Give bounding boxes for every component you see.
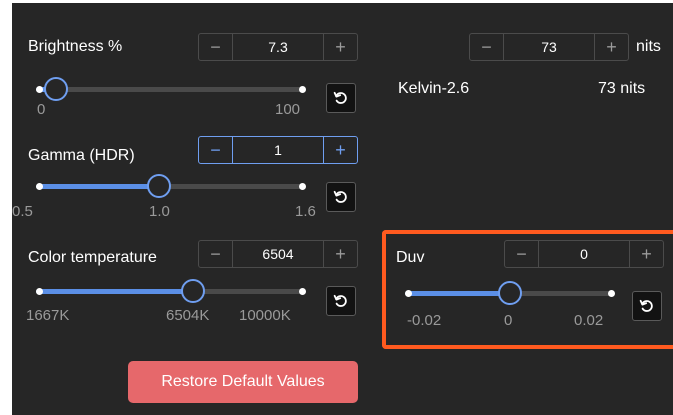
gamma-increment-button[interactable]: + bbox=[323, 137, 357, 163]
kelvin-readout: Kelvin-2.6 bbox=[398, 80, 470, 97]
brightness-min-label: 0 bbox=[37, 101, 46, 118]
duv-tick-min: -0.02 bbox=[407, 312, 442, 329]
slider-start-dot bbox=[36, 288, 43, 295]
duv-reset-button[interactable] bbox=[632, 291, 662, 321]
slider-end-dot bbox=[299, 86, 306, 93]
gamma-decrement-button[interactable]: − bbox=[199, 137, 233, 163]
reset-icon bbox=[333, 294, 347, 307]
duv-slider-thumb[interactable] bbox=[498, 281, 522, 305]
nits-readout: 73 nits bbox=[598, 80, 646, 97]
slider-end-dot bbox=[299, 183, 306, 190]
brightness-stepper[interactable]: − + bbox=[198, 33, 358, 61]
slider-fill bbox=[36, 184, 159, 189]
brightness-input[interactable] bbox=[233, 34, 323, 60]
slider-track bbox=[36, 87, 306, 92]
color-temperature-increment-button[interactable]: + bbox=[323, 241, 357, 267]
gamma-input[interactable] bbox=[233, 137, 323, 163]
duv-slider[interactable] bbox=[405, 281, 615, 305]
nits-stepper[interactable]: − + bbox=[469, 33, 629, 61]
color-temperature-slider[interactable] bbox=[36, 279, 306, 303]
gamma-tick-mid: 1.0 bbox=[149, 203, 170, 220]
display-settings-panel: Brightness % − + 0 100 − + nits Kelvin-2… bbox=[12, 3, 673, 415]
duv-increment-button[interactable]: + bbox=[629, 241, 663, 267]
gamma-slider-thumb[interactable] bbox=[146, 174, 171, 198]
gamma-reset-button[interactable] bbox=[326, 182, 356, 212]
color-temperature-slider-thumb[interactable] bbox=[180, 279, 205, 303]
duv-input[interactable] bbox=[539, 241, 629, 267]
color-temperature-tick-mid: 6504K bbox=[166, 307, 210, 324]
brightness-decrement-button[interactable]: − bbox=[199, 34, 233, 60]
gamma-label: Gamma (HDR) bbox=[28, 147, 135, 164]
slider-end-dot bbox=[608, 290, 615, 297]
color-temperature-input[interactable] bbox=[233, 241, 323, 267]
brightness-slider[interactable] bbox=[36, 77, 306, 101]
nits-increment-button[interactable]: + bbox=[594, 34, 628, 60]
duv-label: Duv bbox=[396, 249, 425, 266]
gamma-tick-min: 0.5 bbox=[12, 203, 33, 220]
nits-decrement-button[interactable]: − bbox=[470, 34, 504, 60]
brightness-max-label: 100 bbox=[275, 101, 301, 118]
brightness-increment-button[interactable]: + bbox=[323, 34, 357, 60]
slider-fill bbox=[36, 289, 193, 294]
duv-decrement-button[interactable]: − bbox=[505, 241, 539, 267]
color-temperature-decrement-button[interactable]: − bbox=[199, 241, 233, 267]
restore-defaults-button[interactable]: Restore Default Values bbox=[128, 361, 358, 403]
slider-start-dot bbox=[405, 290, 412, 297]
brightness-slider-thumb[interactable] bbox=[43, 77, 68, 101]
gamma-slider[interactable] bbox=[36, 174, 306, 198]
color-temperature-tick-max: 10000K bbox=[239, 307, 291, 324]
slider-start-dot bbox=[36, 86, 43, 93]
color-temperature-reset-button[interactable] bbox=[326, 286, 356, 316]
color-temperature-label: Color temperature bbox=[28, 249, 157, 266]
color-temperature-stepper[interactable]: − + bbox=[198, 240, 358, 268]
duv-stepper[interactable]: − + bbox=[504, 240, 664, 268]
reset-icon bbox=[639, 299, 653, 312]
nits-input[interactable] bbox=[504, 34, 594, 60]
brightness-label: Brightness % bbox=[28, 38, 123, 55]
brightness-reset-button[interactable] bbox=[326, 83, 356, 113]
reset-icon bbox=[333, 190, 347, 203]
duv-tick-max: 0.02 bbox=[574, 312, 604, 329]
slider-start-dot bbox=[36, 183, 43, 190]
slider-end-dot bbox=[299, 288, 306, 295]
slider-fill bbox=[405, 291, 510, 296]
reset-icon bbox=[333, 91, 347, 104]
gamma-tick-max: 1.6 bbox=[295, 203, 316, 220]
color-temperature-tick-min: 1667K bbox=[26, 307, 70, 324]
nits-unit-label: nits bbox=[636, 38, 661, 55]
duv-tick-mid: 0 bbox=[504, 312, 513, 329]
gamma-stepper[interactable]: − + bbox=[198, 136, 358, 164]
